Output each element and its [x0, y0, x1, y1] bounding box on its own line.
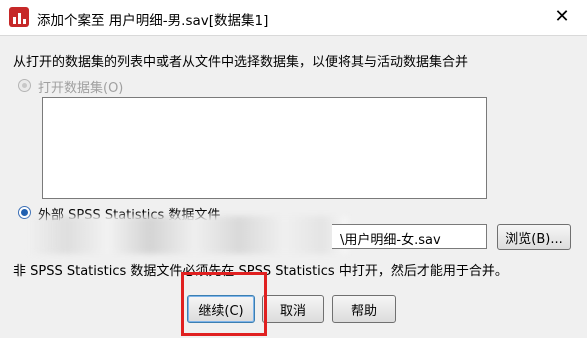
- browse-button[interactable]: 浏览(B)...: [497, 224, 571, 250]
- close-icon[interactable]: ✕: [551, 5, 573, 27]
- cancel-button[interactable]: 取消: [262, 295, 324, 323]
- redacted-path-area: [28, 216, 348, 254]
- add-cases-dialog: 添加个案至 用户明细-男.sav[数据集1] ✕ 从打开的数据集的列表中或者从文…: [0, 0, 587, 338]
- open-datasets-radio[interactable]: [18, 79, 31, 92]
- spss-app-icon: [9, 7, 29, 27]
- title-bar: 添加个案至 用户明细-男.sav[数据集1] ✕: [0, 0, 587, 36]
- open-datasets-list[interactable]: [42, 97, 487, 199]
- instruction-text: 从打开的数据集的列表中或者从文件中选择数据集，以便将其与活动数据集合并: [13, 55, 469, 70]
- window-title: 添加个案至 用户明细-男.sav[数据集1]: [37, 13, 269, 29]
- continue-highlight-annotation: [181, 272, 267, 336]
- file-path-field[interactable]: \用户明细-女.sav: [332, 224, 487, 249]
- dialog-body: 从打开的数据集的列表中或者从文件中选择数据集，以便将其与活动数据集合并 打开数据…: [0, 36, 587, 338]
- help-button[interactable]: 帮助: [332, 295, 396, 323]
- open-datasets-label: 打开数据集(O): [38, 81, 124, 96]
